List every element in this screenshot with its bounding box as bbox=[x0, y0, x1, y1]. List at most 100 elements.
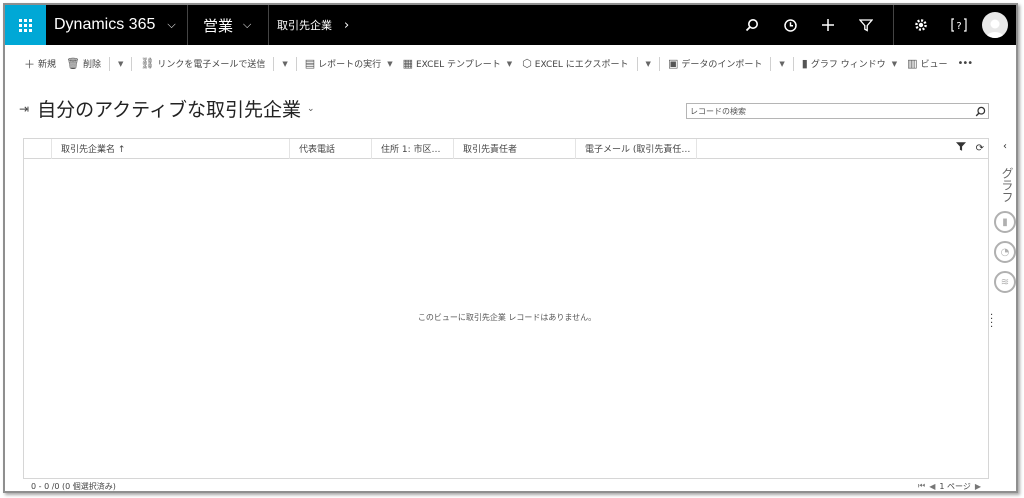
svg-text:?: ? bbox=[956, 21, 961, 32]
bar-chart-icon: ▮ bbox=[801, 57, 808, 70]
next-page-icon[interactable]: ▶ bbox=[975, 482, 981, 491]
quick-create-button[interactable] bbox=[809, 5, 847, 45]
excel-template-button[interactable]: ▦ EXCEL テンプレート ▼ bbox=[398, 45, 518, 82]
command-divider bbox=[792, 56, 794, 71]
bar-chart-icon[interactable]: ▮ bbox=[994, 211, 1016, 233]
chevron-down-icon: ⌵ bbox=[167, 18, 176, 31]
app-switcher[interactable]: Dynamics 365 ⌵ bbox=[46, 5, 188, 45]
refresh-icon[interactable]: ⟳ bbox=[976, 143, 984, 154]
command-divider bbox=[109, 56, 110, 71]
delete-dropdown[interactable]: ▼ bbox=[113, 45, 128, 82]
caret-down-icon: ▼ bbox=[387, 59, 393, 68]
user-avatar[interactable] bbox=[982, 12, 1008, 38]
email-link-button[interactable]: ⛓ リンクを電子メールで送信 bbox=[135, 45, 270, 82]
history-icon bbox=[783, 18, 797, 32]
settings-button[interactable] bbox=[902, 5, 940, 45]
funnel-chart-icon[interactable]: ≋ bbox=[994, 271, 1016, 293]
caret-down-icon: ▼ bbox=[779, 59, 785, 68]
column-header-main-phone[interactable]: 代表電話 bbox=[290, 138, 372, 159]
run-report-button[interactable]: ▤ レポートの実行 ▼ bbox=[300, 45, 398, 82]
excel-icon: ▦ bbox=[402, 57, 413, 70]
command-divider bbox=[295, 56, 297, 71]
pin-icon[interactable]: ⇥ bbox=[19, 102, 29, 116]
records-grid: 取引先企業名 ↑ 代表電話 住所 1: 市区… 取引先責任者 電子メール (取引… bbox=[23, 138, 989, 479]
first-page-icon[interactable]: ⏮ bbox=[918, 481, 925, 491]
splitter-handle[interactable]: · · · · bbox=[990, 311, 994, 333]
top-nav-bar: Dynamics 365 ⌵ 営業 ⌵ 取引先企業 › ? bbox=[5, 5, 1016, 45]
help-button[interactable]: ? bbox=[940, 5, 978, 45]
app-launcher-button[interactable] bbox=[5, 5, 46, 45]
empty-state-message: このビューに取引先企業 レコードはありません。 bbox=[417, 313, 597, 322]
import-data-button[interactable]: ▣ データのインポート bbox=[663, 45, 767, 82]
app-name: Dynamics 365 bbox=[54, 16, 156, 33]
import-data-label: データのインポート bbox=[681, 60, 763, 70]
caret-down-icon: ▼ bbox=[506, 59, 513, 68]
command-divider bbox=[636, 56, 638, 71]
caret-down-icon: ▼ bbox=[282, 59, 288, 68]
breadcrumb-entity: 取引先企業 bbox=[277, 19, 332, 32]
advanced-find-button[interactable] bbox=[847, 5, 885, 45]
view-button[interactable]: ▥ ビュー bbox=[902, 45, 952, 82]
view-icon: ▥ bbox=[907, 57, 918, 70]
import-data-dropdown[interactable]: ▼ bbox=[774, 45, 789, 82]
new-label: 新規 bbox=[38, 60, 57, 70]
email-link-label: リンクを電子メールで送信 bbox=[157, 60, 266, 70]
record-count-status: 0 - 0 /0 (0 個選択済み) bbox=[31, 481, 116, 491]
excel-template-label: EXCEL テンプレート bbox=[415, 60, 501, 70]
export-excel-dropdown[interactable]: ▼ bbox=[641, 45, 656, 82]
column-header-city[interactable]: 住所 1: 市区… bbox=[372, 138, 454, 159]
app-window: Dynamics 365 ⌵ 営業 ⌵ 取引先企業 › ? ＋ 新規 🗑 削除 … bbox=[3, 3, 1018, 493]
module-switcher[interactable]: 営業 ⌵ bbox=[188, 5, 269, 45]
chart-rail-label[interactable]: グラフ bbox=[994, 167, 1016, 203]
filter-icon bbox=[859, 19, 873, 32]
search-icon bbox=[745, 19, 758, 32]
chevron-left-icon[interactable]: ‹ bbox=[994, 141, 1016, 157]
command-divider bbox=[658, 56, 660, 71]
recent-button[interactable] bbox=[771, 5, 809, 45]
grid-header-tools: ⟳ bbox=[946, 142, 984, 154]
column-header-account-name[interactable]: 取引先企業名 ↑ bbox=[52, 138, 290, 159]
search-input[interactable] bbox=[687, 104, 972, 118]
column-header-email[interactable]: 電子メール (取引先責任… bbox=[576, 138, 697, 159]
new-button[interactable]: ＋ 新規 bbox=[19, 45, 61, 82]
pie-chart-icon[interactable]: ◔ bbox=[994, 241, 1016, 263]
chevron-down-icon[interactable]: ⌄ bbox=[307, 104, 315, 114]
previous-page-icon[interactable]: ◀ bbox=[929, 482, 935, 491]
delete-button[interactable]: 🗑 削除 bbox=[61, 45, 106, 82]
chart-rail: ‹ グラフ ▮ ◔ ≋ bbox=[994, 138, 1016, 338]
caret-down-icon: ▼ bbox=[891, 59, 898, 68]
page-title[interactable]: 自分のアクティブな取引先企業 bbox=[37, 95, 301, 122]
search-icon bbox=[975, 106, 985, 116]
nav-divider bbox=[893, 5, 894, 45]
user-icon bbox=[986, 19, 1004, 38]
more-commands-button[interactable]: ••• bbox=[953, 45, 978, 82]
caret-down-icon: ▼ bbox=[645, 59, 651, 68]
nav-actions: ? bbox=[733, 5, 1016, 45]
delete-label: 削除 bbox=[82, 60, 101, 70]
chart-pane-button[interactable]: ▮ グラフ ウィンドウ ▼ bbox=[797, 45, 902, 82]
view-label: ビュー bbox=[920, 60, 948, 70]
grid-header: 取引先企業名 ↑ 代表電話 住所 1: 市区… 取引先責任者 電子メール (取引… bbox=[24, 138, 988, 159]
search-button[interactable] bbox=[972, 104, 988, 118]
module-name: 営業 bbox=[203, 16, 234, 35]
gear-icon bbox=[915, 19, 927, 31]
breadcrumb[interactable]: 取引先企業 › bbox=[269, 5, 349, 45]
export-excel-button[interactable]: ⬡ EXCEL にエクスポート bbox=[517, 45, 633, 82]
chevron-right-icon: › bbox=[344, 17, 350, 33]
trash-icon: 🗑 bbox=[66, 57, 80, 70]
search-button[interactable] bbox=[733, 5, 771, 45]
export-excel-label: EXCEL にエクスポート bbox=[534, 60, 629, 70]
pager: ⏮ ◀ 1 ページ ▶ bbox=[914, 481, 981, 492]
view-title-area: ⇥ 自分のアクティブな取引先企業 ⌄ bbox=[19, 95, 315, 122]
column-header-primary-contact[interactable]: 取引先責任者 bbox=[454, 138, 576, 159]
plus-icon bbox=[822, 19, 834, 31]
caret-down-icon: ▼ bbox=[118, 59, 124, 68]
run-report-label: レポートの実行 bbox=[318, 60, 382, 70]
email-link-dropdown[interactable]: ▼ bbox=[277, 45, 292, 82]
import-icon: ▣ bbox=[667, 57, 679, 70]
select-all-checkbox[interactable] bbox=[24, 138, 52, 159]
page-number: 1 ページ bbox=[939, 481, 971, 491]
filter-icon[interactable] bbox=[955, 142, 966, 154]
record-search-box bbox=[686, 103, 989, 119]
more-icon: ••• bbox=[957, 58, 974, 69]
